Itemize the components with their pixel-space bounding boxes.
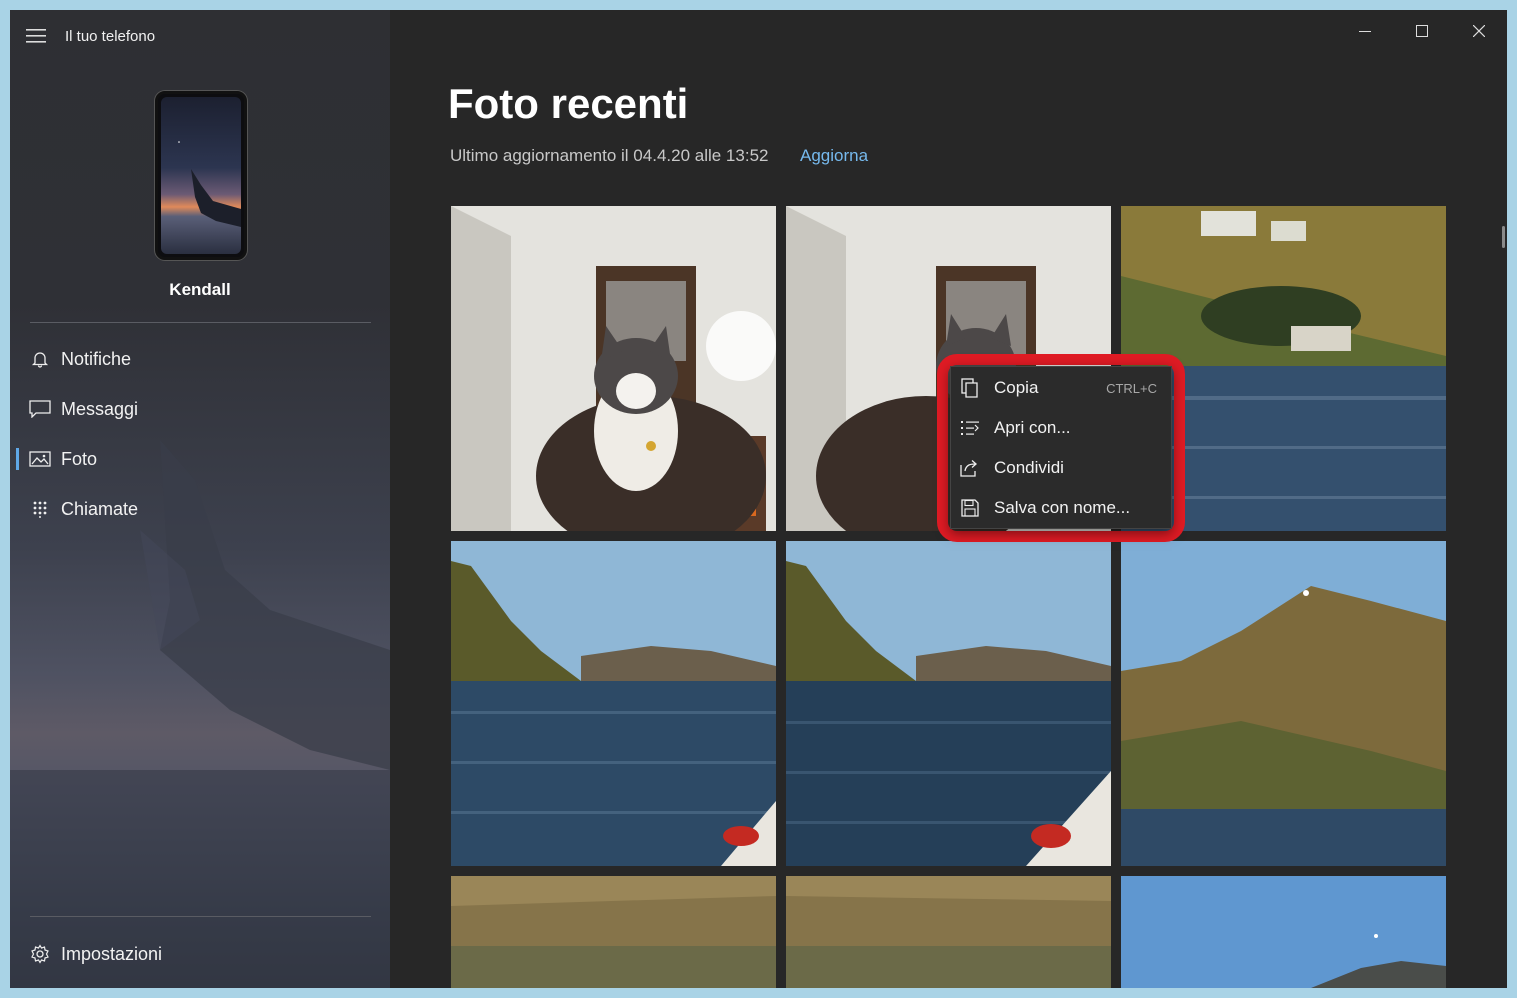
photo-thumbnail[interactable]	[786, 541, 1111, 866]
sidebar-item-label: Chiamate	[61, 498, 139, 519]
photo-thumbnail[interactable]	[1121, 876, 1446, 988]
sidebar-item-notifiche[interactable]: Notifiche	[16, 336, 390, 382]
phone-wallpaper-image	[161, 97, 241, 254]
app-title: Il tuo telefono	[65, 27, 156, 45]
minimize-icon	[1358, 31, 1371, 32]
sidebar-item-label: Notifiche	[61, 348, 132, 369]
bell-icon	[20, 350, 60, 368]
photo-cat-image	[451, 206, 776, 531]
sidebar-item-impostazioni[interactable]: Impostazioni	[16, 931, 390, 977]
message-icon	[20, 400, 60, 418]
refresh-link[interactable]: Aggiorna	[800, 146, 868, 166]
menu-item-label: Apri con...	[994, 418, 1071, 437]
menu-item-label: Condividi	[994, 458, 1064, 477]
phone-preview[interactable]	[155, 91, 247, 260]
sidebar-item-label: Messaggi	[61, 398, 139, 419]
photo-hillside-image	[786, 876, 1111, 988]
photo-thumbnail[interactable]	[451, 876, 776, 988]
photo-thumbnail[interactable]	[451, 541, 776, 866]
menu-item-share[interactable]: Condividi	[951, 448, 1171, 488]
menu-item-label: Copia	[994, 378, 1039, 397]
hamburger-menu-button[interactable]	[10, 10, 62, 62]
close-button[interactable]	[1450, 10, 1507, 52]
divider	[30, 322, 371, 323]
hamburger-icon	[26, 29, 46, 43]
sidebar-item-chiamate[interactable]: Chiamate	[16, 486, 390, 532]
photo-lake-image	[451, 541, 776, 866]
page-title: Foto recenti	[448, 80, 689, 127]
divider	[30, 916, 371, 917]
photo-sky-image	[1121, 876, 1446, 988]
photo-lake-image	[786, 541, 1111, 866]
context-menu: Copia CTRL+C Apri con... Condividi Salva…	[950, 366, 1172, 529]
photo-thumbnail[interactable]	[786, 876, 1111, 988]
photo-mountain-image	[1121, 541, 1446, 866]
menu-item-copy[interactable]: Copia CTRL+C	[951, 368, 1171, 408]
share-icon	[951, 459, 989, 477]
maximize-icon	[1415, 25, 1428, 37]
photo-hillside-image	[451, 876, 776, 988]
menu-item-save-as[interactable]: Salva con nome...	[951, 488, 1171, 528]
copy-icon	[951, 378, 989, 398]
maximize-button[interactable]	[1393, 10, 1450, 52]
open-with-icon	[951, 419, 989, 437]
gear-icon	[20, 944, 60, 964]
sidebar-item-foto[interactable]: Foto	[16, 436, 390, 482]
sidebar-item-label: Foto	[61, 448, 98, 469]
photo-thumbnail[interactable]	[451, 206, 776, 531]
photo-icon	[20, 450, 60, 468]
scrollbar-thumb[interactable]	[1502, 226, 1505, 248]
device-name: Kendall	[169, 280, 231, 299]
close-icon	[1472, 25, 1485, 37]
menu-item-label: Salva con nome...	[994, 498, 1131, 517]
sidebar: Il tuo telefono Kendall Notifiche Messag…	[10, 10, 390, 988]
save-icon	[951, 499, 989, 517]
main-content: Foto recenti Ultimo aggiornamento il 04.…	[390, 10, 1507, 988]
menu-item-open-with[interactable]: Apri con...	[951, 408, 1171, 448]
photo-thumbnail[interactable]	[1121, 541, 1446, 866]
minimize-button[interactable]	[1336, 10, 1393, 52]
dialpad-icon	[20, 500, 60, 518]
app-window: Il tuo telefono Kendall Notifiche Messag…	[10, 10, 1507, 988]
last-update-text: Ultimo aggiornamento il 04.4.20 alle 13:…	[450, 146, 769, 165]
settings-label: Impostazioni	[61, 943, 163, 964]
sidebar-item-messaggi[interactable]: Messaggi	[16, 386, 390, 432]
menu-item-shortcut: CTRL+C	[1106, 380, 1157, 396]
